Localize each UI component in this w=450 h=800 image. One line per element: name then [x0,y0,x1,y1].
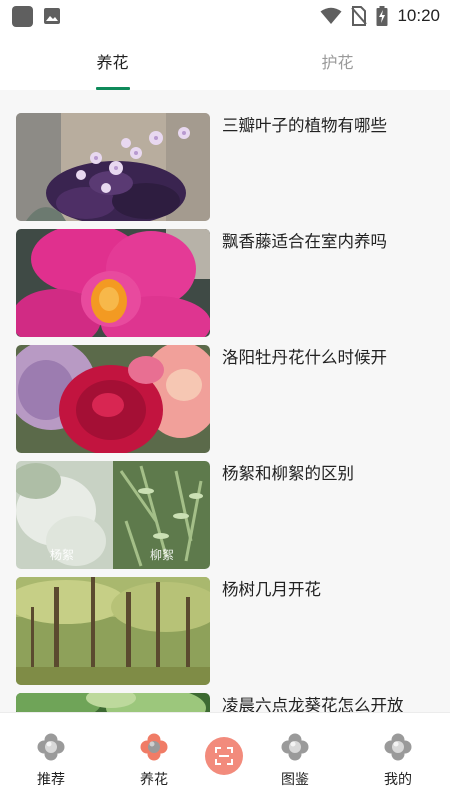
article-thumbnail [16,577,210,685]
status-time: 10:20 [397,6,440,25]
nav-item-tuijian[interactable]: 推荐 [11,713,91,800]
nav-item-wode[interactable]: 我的 [358,713,438,800]
nav-item-tujian[interactable]: 图鉴 [255,713,335,800]
tab-label: 养花 [96,53,129,72]
nav-item-yanghua[interactable]: 养花 [114,713,194,800]
thumbnail-caption: 柳絮 [150,548,175,562]
list-item[interactable]: 洛阳牡丹花什么时候开 [16,345,436,453]
article-title: 洛阳牡丹花什么时候开 [222,348,387,367]
article-title: 凌晨六点龙葵花怎么开放 [222,696,404,712]
tab-yanghua[interactable]: 养花 [0,32,225,90]
article-list[interactable]: 三瓣叶子的植物有哪些 飘香藤适合在室内养吗 洛阳牡丹花什么时候开 杨絮 柳絮 杨… [0,90,450,712]
nav-label: 推荐 [37,772,65,788]
tab-label: 护花 [321,53,354,72]
nav-label: 我的 [384,772,412,788]
no-sim-icon [351,6,368,26]
wifi-icon [320,7,342,24]
nav-label: 养花 [140,772,168,788]
article-thumbnail [16,693,210,712]
image-icon [44,8,60,24]
tab-huhua[interactable]: 护花 [225,32,450,90]
article-thumbnail [16,345,210,453]
nav-label: 图鉴 [281,772,309,788]
list-item[interactable]: 杨树几月开花 [16,577,436,685]
list-item[interactable]: 飘香藤适合在室内养吗 [16,229,436,337]
scan-button[interactable] [205,737,243,775]
article-title: 三瓣叶子的植物有哪些 [222,116,387,135]
article-title: 飘香藤适合在室内养吗 [222,232,387,251]
list-item[interactable]: 杨絮 柳絮 杨絮和柳絮的区别 [16,461,436,569]
clover-icon [384,733,412,761]
article-title: 杨树几月开花 [222,580,321,599]
clover-icon [37,733,65,761]
app-icon [12,5,33,27]
list-item[interactable]: 三瓣叶子的植物有哪些 [16,113,436,221]
article-thumbnail: 杨絮 柳絮 [16,461,210,569]
top-tabs: 养花 护花 [0,32,450,90]
clover-icon [281,733,309,761]
article-thumbnail [16,229,210,337]
bottom-navigation: 推荐 养花 图鉴 我的 [0,712,450,800]
list-item[interactable]: 凌晨六点龙葵花怎么开放 [16,693,436,712]
article-thumbnail [16,113,210,221]
status-bar: 10:20 [0,0,450,32]
thumbnail-caption: 杨絮 [50,548,75,562]
article-title: 杨絮和柳絮的区别 [222,464,354,483]
battery-charging-icon [376,6,388,26]
clover-icon [140,733,168,761]
scan-icon [215,747,233,765]
